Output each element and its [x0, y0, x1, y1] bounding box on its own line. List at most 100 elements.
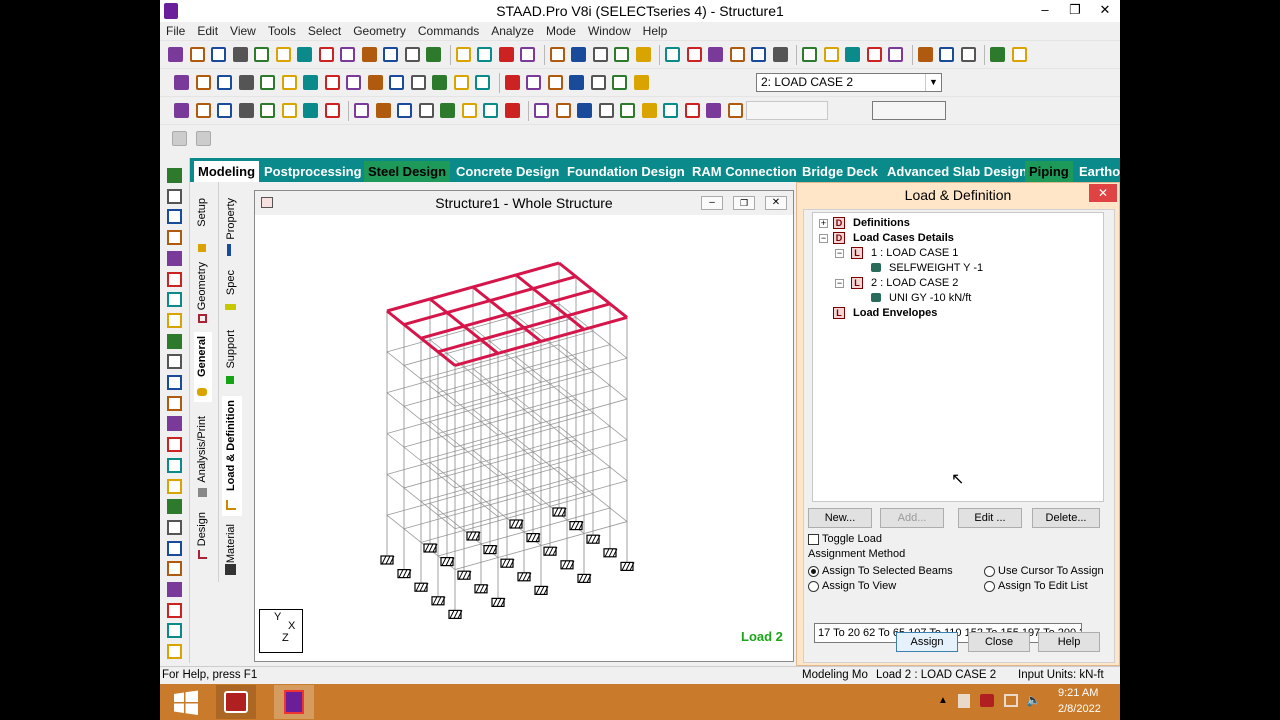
load-tree[interactable]: + D Definitions − D Load Cases Details −…	[812, 212, 1104, 502]
palette-tool-icon[interactable]	[167, 250, 182, 266]
delete-button[interactable]: Delete...	[1032, 508, 1100, 528]
collapse-case1-icon[interactable]: −	[835, 249, 844, 258]
toolbar-tool-icon[interactable]	[990, 47, 1005, 62]
toolbar-tool-icon[interactable]	[917, 47, 933, 62]
toolbar-tool-icon[interactable]	[504, 103, 520, 118]
toolbar-tool-icon[interactable]	[303, 103, 318, 118]
toolbar-tool-icon[interactable]	[324, 75, 340, 90]
menu-help[interactable]: Help	[637, 22, 674, 40]
toolbar-tool-icon[interactable]	[845, 47, 860, 62]
toolbar-tool-icon[interactable]	[196, 131, 211, 146]
vtab-material[interactable]: Material	[222, 522, 242, 580]
toolbar-tool-icon[interactable]	[569, 75, 584, 90]
toolbar-tool-icon[interactable]	[440, 103, 455, 118]
vtab-support[interactable]: Support	[222, 328, 242, 390]
clock-date[interactable]: 2/8/2022	[1058, 703, 1101, 715]
collapse-case2-icon[interactable]: −	[835, 279, 844, 288]
toolbar-tool-icon[interactable]	[461, 103, 477, 118]
toolbar-tool-icon[interactable]	[663, 103, 678, 118]
toolbar-tool-icon[interactable]	[520, 47, 535, 62]
vtab-spec[interactable]: Spec	[222, 268, 242, 318]
toggle-load-checkbox[interactable]	[808, 534, 819, 545]
palette-tool-icon[interactable]	[167, 354, 182, 370]
toolbar-tool-icon[interactable]	[238, 75, 254, 90]
palette-tool-icon[interactable]	[167, 519, 182, 535]
toolbar-tool-icon[interactable]	[383, 47, 398, 62]
toolbar-tool-icon[interactable]	[686, 47, 702, 62]
vtab-general[interactable]: General	[194, 332, 212, 402]
toolbar-tool-icon[interactable]	[549, 47, 565, 62]
toolbar-tool-icon[interactable]	[1011, 47, 1027, 62]
palette-tool-icon[interactable]	[167, 375, 182, 390]
toolbar-tool-icon[interactable]	[498, 47, 514, 62]
toolbar-tool-icon[interactable]	[281, 103, 297, 118]
tree-item-load-case-2[interactable]: 2 : LOAD CASE 2	[871, 276, 958, 290]
toolbar-tool-icon[interactable]	[706, 103, 721, 118]
tab-ram-connection[interactable]: RAM Connection	[688, 161, 801, 182]
toolbar-tool-icon[interactable]	[418, 103, 434, 118]
vtab-design[interactable]: Design	[194, 510, 212, 564]
toolbar-tool-icon[interactable]	[260, 103, 275, 118]
sw-close-button[interactable]: ✕	[765, 196, 787, 210]
toolbar-tool-icon[interactable]	[823, 47, 839, 62]
tab-advanced-slab-design[interactable]: Advanced Slab Design	[883, 161, 1031, 182]
toolbar-tool-icon[interactable]	[612, 75, 627, 90]
toolbar-tool-icon[interactable]	[483, 103, 498, 118]
sw-minimize-button[interactable]: –	[701, 196, 723, 210]
tab-piping[interactable]: Piping	[1025, 161, 1073, 182]
tab-steel-design[interactable]: Steel Design	[364, 161, 451, 182]
toolbar-tool-icon[interactable]	[727, 103, 743, 118]
toolbar-tool-icon[interactable]	[866, 47, 882, 62]
tree-item-load-case-1[interactable]: 1 : LOAD CASE 1	[871, 246, 958, 260]
close-window-button[interactable]: ✕	[1090, 0, 1120, 22]
menu-select[interactable]: Select	[302, 22, 347, 40]
assign-edit-list-radio[interactable]	[984, 581, 995, 592]
tab-bridge-deck[interactable]: Bridge Deck	[798, 161, 882, 182]
toolbar-tool-icon[interactable]	[217, 75, 232, 90]
expand-definitions-icon[interactable]: +	[819, 219, 828, 228]
edit-button[interactable]: Edit ...	[958, 508, 1022, 528]
palette-tool-icon[interactable]	[167, 644, 182, 660]
assign-view-radio[interactable]	[808, 581, 819, 592]
toolbar-tool-icon[interactable]	[577, 103, 592, 118]
toolbar-tool-icon[interactable]	[303, 75, 318, 90]
tab-foundation-design[interactable]: Foundation Design	[563, 161, 689, 182]
toolbar-tool-icon[interactable]	[426, 47, 441, 62]
close-icon[interactable]: ✕	[1089, 184, 1117, 202]
toolbar-tool-icon[interactable]	[168, 47, 183, 62]
vtab-analysis-print[interactable]: Analysis/Print	[194, 414, 212, 500]
toolbar-tool-icon[interactable]	[389, 75, 404, 90]
palette-tool-icon[interactable]	[167, 416, 182, 432]
toolbar-tool-icon[interactable]	[802, 47, 817, 62]
toolbar-tool-icon[interactable]	[939, 47, 954, 62]
toolbar-tool-icon[interactable]	[590, 75, 606, 90]
palette-tool-icon[interactable]	[167, 561, 182, 577]
tree-item-uniform-load[interactable]: UNI GY -10 kN/ft	[889, 291, 971, 305]
tray-network-icon[interactable]	[1004, 694, 1018, 707]
toolbar-tool-icon[interactable]	[453, 75, 469, 90]
toolbar-tool-icon[interactable]	[174, 75, 189, 90]
menu-analyze[interactable]: Analyze	[485, 22, 540, 40]
toolbar-tool-icon[interactable]	[367, 75, 383, 90]
tray-recorder-icon[interactable]	[980, 694, 994, 707]
toolbar-tool-icon[interactable]	[633, 75, 649, 90]
vtab-geometry[interactable]: Geometry	[194, 262, 212, 328]
menu-file[interactable]: File	[160, 22, 191, 40]
menu-tools[interactable]: Tools	[262, 22, 302, 40]
toolbar-tool-icon[interactable]	[534, 103, 549, 118]
tree-item-definitions[interactable]: Definitions	[853, 216, 910, 230]
menu-view[interactable]: View	[224, 22, 262, 40]
palette-tool-icon[interactable]	[167, 230, 182, 246]
toolbar-tool-icon[interactable]	[708, 47, 723, 62]
taskbar-staad-app[interactable]	[274, 685, 314, 719]
toolbar-tool-icon[interactable]	[665, 47, 680, 62]
palette-tool-icon[interactable]	[167, 457, 182, 473]
blank-dropdown[interactable]	[746, 101, 828, 120]
tray-volume-icon[interactable]: 🔈	[1026, 693, 1041, 707]
toolbar-tool-icon[interactable]	[238, 103, 254, 118]
palette-tool-icon[interactable]	[167, 437, 182, 453]
toolbar-tool-icon[interactable]	[172, 131, 187, 146]
toolbar-tool-icon[interactable]	[571, 47, 586, 62]
maximize-button[interactable]: ❐	[1060, 0, 1090, 22]
toolbar-tool-icon[interactable]	[275, 47, 291, 62]
